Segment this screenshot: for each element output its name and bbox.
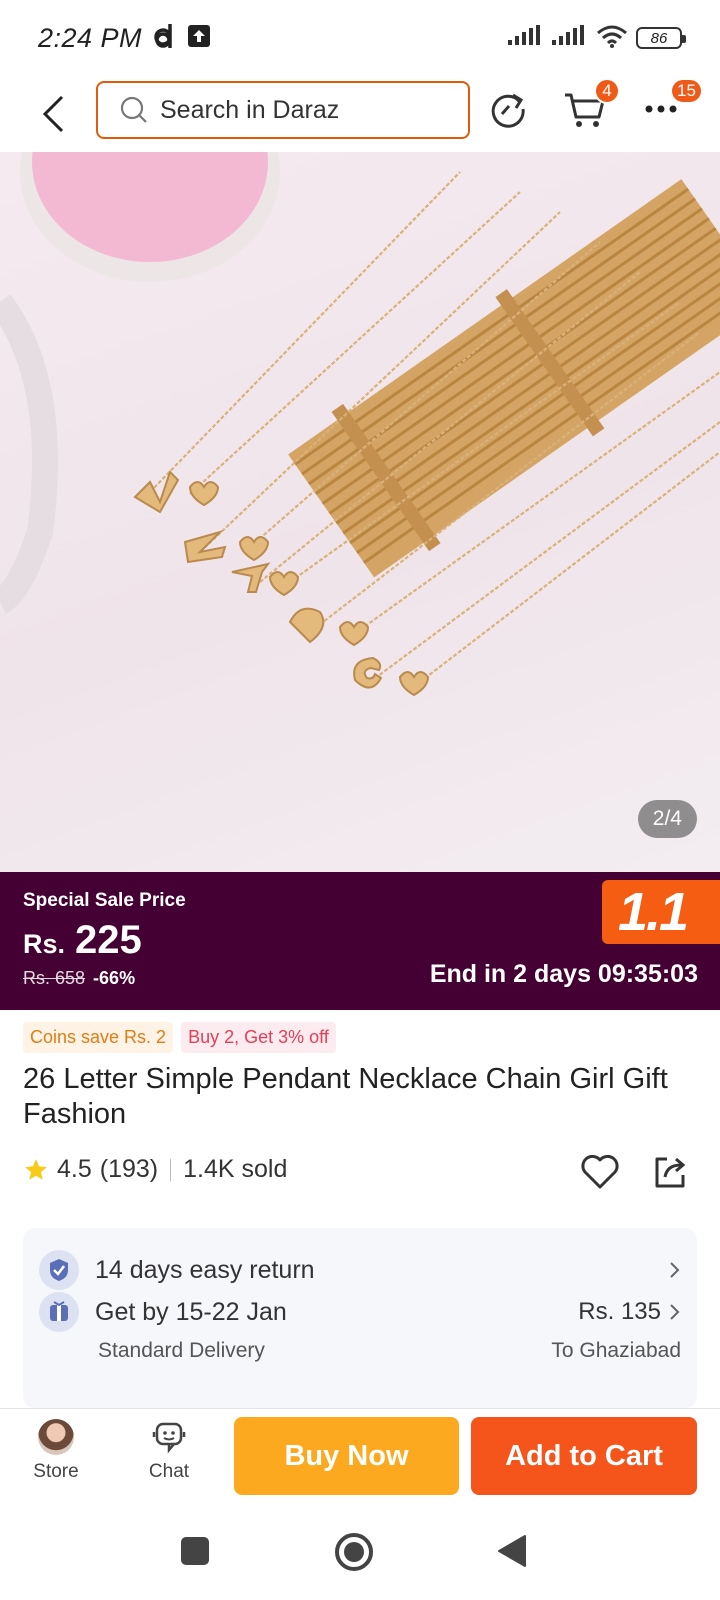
- more-icon: [645, 105, 677, 113]
- share-icon: [655, 1157, 686, 1188]
- add-to-cart-button[interactable]: Add to Cart: [471, 1417, 697, 1495]
- signal-icon: [508, 24, 544, 52]
- refresh-button[interactable]: [483, 84, 533, 134]
- divider: [170, 1158, 172, 1181]
- promo-tags: Coins save Rs. 2 Buy 2, Get 3% off: [23, 1022, 336, 1053]
- services-card: 14 days easy return Get by 15-22 Jan Rs.…: [23, 1228, 697, 1408]
- image-counter: 2/4: [637, 800, 697, 838]
- sale-banner: Special Sale Price Rs. 225 Rs. 658 -66% …: [0, 872, 720, 1010]
- original-price-row: Rs. 658 -66%: [23, 968, 135, 989]
- status-time: 2:24 PM: [38, 22, 143, 53]
- cart-badge: 4: [594, 78, 620, 104]
- chevron-right-icon: [670, 1304, 680, 1320]
- home-circle-icon: [335, 1533, 373, 1571]
- store-label: Store: [33, 1461, 79, 1482]
- shield-icon: [39, 1250, 79, 1290]
- triangle-back-icon: [498, 1535, 526, 1567]
- heart-icon: [581, 1154, 619, 1189]
- status-bar: 2:24 PM 86: [0, 0, 720, 76]
- buy-now-button[interactable]: Buy Now: [234, 1417, 459, 1495]
- promo-logo: 1.1: [602, 880, 720, 944]
- chat-label: Chat: [148, 1461, 190, 1482]
- sale-label: Special Sale Price: [23, 890, 186, 911]
- wifi-icon: [596, 24, 628, 53]
- daraz-d-icon: [154, 23, 176, 54]
- home-button[interactable]: [334, 1532, 374, 1577]
- original-price: Rs. 658: [23, 968, 86, 988]
- delivery-location: To Ghaziabad: [551, 1339, 681, 1362]
- more-button[interactable]: 15: [636, 78, 703, 134]
- chevron-right-icon: [670, 1262, 680, 1278]
- back-arrow-icon: [42, 95, 64, 133]
- price-currency: Rs.: [23, 929, 66, 959]
- return-policy-row[interactable]: 14 days easy return: [39, 1250, 681, 1290]
- rating-value: 4.5: [57, 1155, 92, 1183]
- star-icon: [25, 1158, 47, 1180]
- coins-tag[interactable]: Coins save Rs. 2: [23, 1022, 174, 1053]
- signal-icon-2: [552, 24, 588, 52]
- upload-icon: [188, 24, 211, 52]
- system-back-button[interactable]: [497, 1534, 527, 1573]
- delivery-row[interactable]: Get by 15-22 Jan Rs. 135: [39, 1292, 681, 1332]
- product-title: 26 Letter Simple Pendant Necklace Chain …: [23, 1063, 668, 1130]
- discount-percent: -66%: [93, 968, 136, 988]
- return-policy-text: 14 days easy return: [95, 1255, 315, 1284]
- buy-more-tag[interactable]: Buy 2, Get 3% off: [181, 1022, 336, 1053]
- cart-button[interactable]: 4: [560, 78, 620, 134]
- search-input[interactable]: [160, 95, 440, 125]
- refresh-icon: [491, 93, 525, 128]
- delivery-price: Rs. 135: [578, 1298, 661, 1325]
- chat-icon: [152, 1422, 186, 1454]
- battery-icon: 86: [636, 27, 686, 49]
- sold-count: 1.4K sold: [183, 1155, 288, 1183]
- android-nav-bar: [0, 1508, 720, 1600]
- product-image[interactable]: 2/4: [0, 152, 720, 872]
- necklace-photo: [0, 152, 720, 697]
- review-count: (193): [99, 1155, 159, 1183]
- price: Rs. 225: [23, 918, 142, 963]
- price-value: 225: [75, 918, 142, 962]
- rating-row[interactable]: 4.5 (193) 1.4K sold: [23, 1155, 287, 1184]
- store-avatar: [38, 1419, 74, 1455]
- countdown-timer: End in 2 days 09:35:03: [429, 960, 698, 988]
- recents-button[interactable]: [180, 1536, 210, 1571]
- back-button[interactable]: [28, 89, 78, 139]
- store-button[interactable]: Store: [16, 1419, 96, 1483]
- delivery-date: Get by 15-22 Jan: [95, 1297, 287, 1326]
- bottom-action-bar: Store Chat Buy Now Add to Cart: [0, 1408, 720, 1508]
- top-nav: 4 15: [0, 76, 720, 152]
- delivery-type: Standard Delivery: [98, 1339, 265, 1362]
- wishlist-button[interactable]: [576, 1148, 624, 1196]
- package-icon: [39, 1292, 79, 1332]
- chat-button[interactable]: Chat: [129, 1419, 209, 1483]
- search-icon: [120, 96, 147, 123]
- share-button[interactable]: [646, 1148, 694, 1196]
- more-badge: 15: [670, 78, 703, 104]
- search-box[interactable]: [96, 81, 470, 139]
- square-icon: [181, 1537, 209, 1565]
